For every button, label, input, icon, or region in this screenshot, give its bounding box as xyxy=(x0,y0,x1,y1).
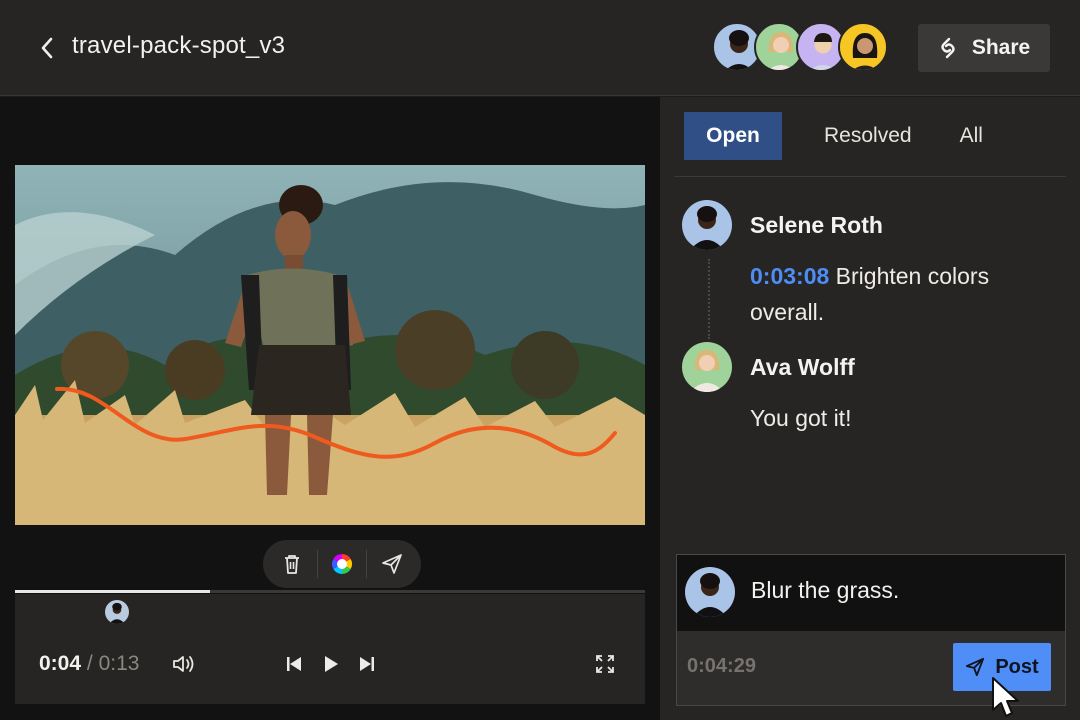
next-frame-button[interactable] xyxy=(353,650,381,678)
previous-frame-button[interactable] xyxy=(280,650,308,678)
duration: 0:13 xyxy=(98,652,140,675)
file-title: travel-pack-spot_v3 xyxy=(72,32,286,59)
collaborator-avatars xyxy=(712,22,888,74)
playback-progress-fill xyxy=(15,590,211,593)
playback-progress-bar[interactable] xyxy=(15,590,645,593)
skip-back-icon xyxy=(287,657,301,671)
link-icon xyxy=(941,37,955,59)
color-picker-button[interactable] xyxy=(324,546,360,582)
comment-marker-avatar[interactable] xyxy=(105,600,129,624)
player-controls: 0:04 / 0:13 xyxy=(15,594,645,704)
comment-author-avatar xyxy=(682,342,732,392)
send-icon xyxy=(381,554,402,574)
annotation-toolbar xyxy=(263,540,421,588)
send-icon xyxy=(966,657,985,677)
mouse-cursor-icon xyxy=(992,677,1019,717)
comment-filter-tabs: Open Resolved All xyxy=(684,112,983,160)
tab-all[interactable]: All xyxy=(960,112,983,160)
trash-icon xyxy=(285,555,300,574)
comments-panel: Open Resolved All Selene Roth 0:03:08 Br… xyxy=(660,97,1080,720)
send-drawing-button[interactable] xyxy=(374,546,410,582)
current-time: 0:04 xyxy=(39,652,82,675)
composer-timestamp: 0:04:29 xyxy=(687,655,756,677)
tab-open[interactable]: Open xyxy=(684,112,782,160)
share-button[interactable]: Share xyxy=(918,24,1050,72)
video-player: 0:04 / 0:13 xyxy=(0,97,660,720)
toolbar-divider xyxy=(316,550,318,578)
video-image xyxy=(15,165,645,525)
delete-drawing-button[interactable] xyxy=(274,546,310,582)
time-display: 0:04 / 0:13 xyxy=(39,652,139,676)
time-separator: / xyxy=(86,652,93,675)
comment-input[interactable]: Blur the grass. xyxy=(677,555,1065,631)
comment-body: 0:03:08 Brighten colors overall. xyxy=(750,258,1050,330)
speaker-icon xyxy=(173,656,194,672)
fullscreen-button[interactable] xyxy=(591,650,619,678)
comment-input-text: Blur the grass. xyxy=(751,577,900,603)
video-frame[interactable] xyxy=(15,165,645,525)
play-icon xyxy=(325,656,338,672)
tabs-divider xyxy=(674,176,1066,177)
play-button[interactable] xyxy=(317,650,345,678)
collaborator-avatar[interactable] xyxy=(838,22,888,72)
comment-timestamp-link[interactable]: 0:03:08 xyxy=(750,263,829,289)
color-wheel-icon xyxy=(331,554,352,574)
share-label: Share xyxy=(971,36,1031,59)
comment-text: You got it! xyxy=(750,405,852,431)
comment-author: Selene Roth xyxy=(750,212,883,238)
chevron-left-icon xyxy=(41,37,53,59)
current-user-avatar xyxy=(685,567,735,617)
skip-forward-icon xyxy=(360,657,374,671)
fullscreen-icon xyxy=(596,655,614,673)
comment-author: Ava Wolff xyxy=(750,354,855,380)
comment-author-avatar xyxy=(682,200,732,250)
comment-body: You got it! xyxy=(750,400,1050,436)
top-bar: travel-pack-spot_v3 Share xyxy=(0,0,1080,96)
tab-resolved[interactable]: Resolved xyxy=(824,112,912,160)
volume-button[interactable] xyxy=(170,650,198,678)
back-button[interactable] xyxy=(36,34,58,62)
thread-connector xyxy=(708,259,710,339)
toolbar-divider xyxy=(366,550,368,578)
